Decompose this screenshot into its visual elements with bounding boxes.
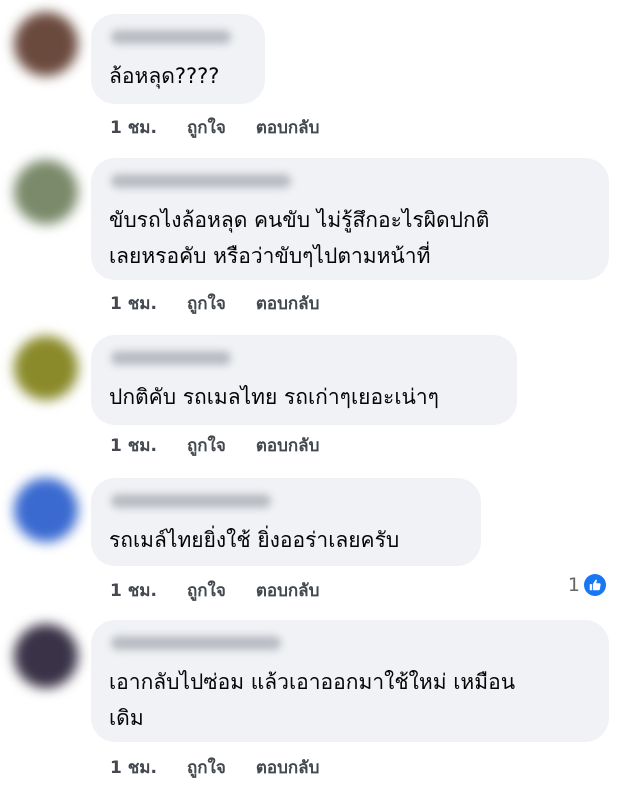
- comment-bubble: รถเมล์ไทยยิ่งใช้ ยิ่งออร่าเลยครับ: [91, 478, 481, 566]
- reaction-count: 1: [567, 574, 580, 596]
- comment-text: เอากลับไปซ่อม แล้วเอาออกมาใช้ใหม่ เหมือน…: [109, 670, 516, 730]
- timestamp[interactable]: 1 ชม.: [110, 754, 157, 781]
- timestamp[interactable]: 1 ชม.: [110, 577, 157, 604]
- comment-actions: 1 ชม. ถูกใจ ตอบกลับ: [110, 754, 319, 781]
- timestamp[interactable]: 1 ชม.: [110, 114, 157, 141]
- comment-text: ล้อหลุด????: [109, 64, 220, 88]
- comment-actions: 1 ชม. ถูกใจ ตอบกลับ: [110, 577, 319, 604]
- comment-bubble: ขับรถไงล้อหลุด คนขับ ไม่รู้สึกอะไรผิดปกต…: [91, 158, 609, 280]
- comment-bubble: ล้อหลุด????: [91, 14, 265, 104]
- comment-text: ปกติคับ รถเมลไทย รถเก่าๆเยอะเน่าๆ: [109, 385, 439, 409]
- timestamp[interactable]: 1 ชม.: [110, 290, 157, 317]
- blurred-username[interactable]: [111, 30, 231, 44]
- like-thumb-icon: [584, 574, 606, 596]
- blurred-username[interactable]: [111, 174, 291, 188]
- reply-link[interactable]: ตอบกลับ: [256, 577, 320, 604]
- blurred-username[interactable]: [111, 636, 281, 650]
- avatar[interactable]: [14, 12, 78, 76]
- like-link[interactable]: ถูกใจ: [187, 114, 226, 141]
- comment-actions: 1 ชม. ถูกใจ ตอบกลับ: [110, 432, 319, 459]
- avatar[interactable]: [14, 624, 78, 688]
- avatar[interactable]: [14, 160, 78, 224]
- avatar[interactable]: [14, 336, 78, 400]
- timestamp[interactable]: 1 ชม.: [110, 432, 157, 459]
- like-link[interactable]: ถูกใจ: [187, 754, 226, 781]
- avatar[interactable]: [14, 478, 78, 542]
- blurred-username[interactable]: [111, 494, 271, 508]
- comment-bubble: ปกติคับ รถเมลไทย รถเก่าๆเยอะเน่าๆ: [91, 335, 517, 425]
- reply-link[interactable]: ตอบกลับ: [256, 290, 320, 317]
- comment-actions: 1 ชม. ถูกใจ ตอบกลับ: [110, 114, 319, 141]
- comment-text: ขับรถไงล้อหลุด คนขับ ไม่รู้สึกอะไรผิดปกต…: [109, 208, 490, 268]
- comment-actions: 1 ชม. ถูกใจ ตอบกลับ: [110, 290, 319, 317]
- reaction-summary[interactable]: 1: [568, 574, 606, 596]
- comment-text: รถเมล์ไทยยิ่งใช้ ยิ่งออร่าเลยครับ: [109, 528, 400, 552]
- reply-link[interactable]: ตอบกลับ: [256, 432, 320, 459]
- reply-link[interactable]: ตอบกลับ: [256, 754, 320, 781]
- like-link[interactable]: ถูกใจ: [187, 432, 226, 459]
- comment-bubble: เอากลับไปซ่อม แล้วเอาออกมาใช้ใหม่ เหมือน…: [91, 620, 609, 742]
- blurred-username[interactable]: [111, 351, 231, 365]
- like-link[interactable]: ถูกใจ: [187, 577, 226, 604]
- reply-link[interactable]: ตอบกลับ: [256, 114, 320, 141]
- like-link[interactable]: ถูกใจ: [187, 290, 226, 317]
